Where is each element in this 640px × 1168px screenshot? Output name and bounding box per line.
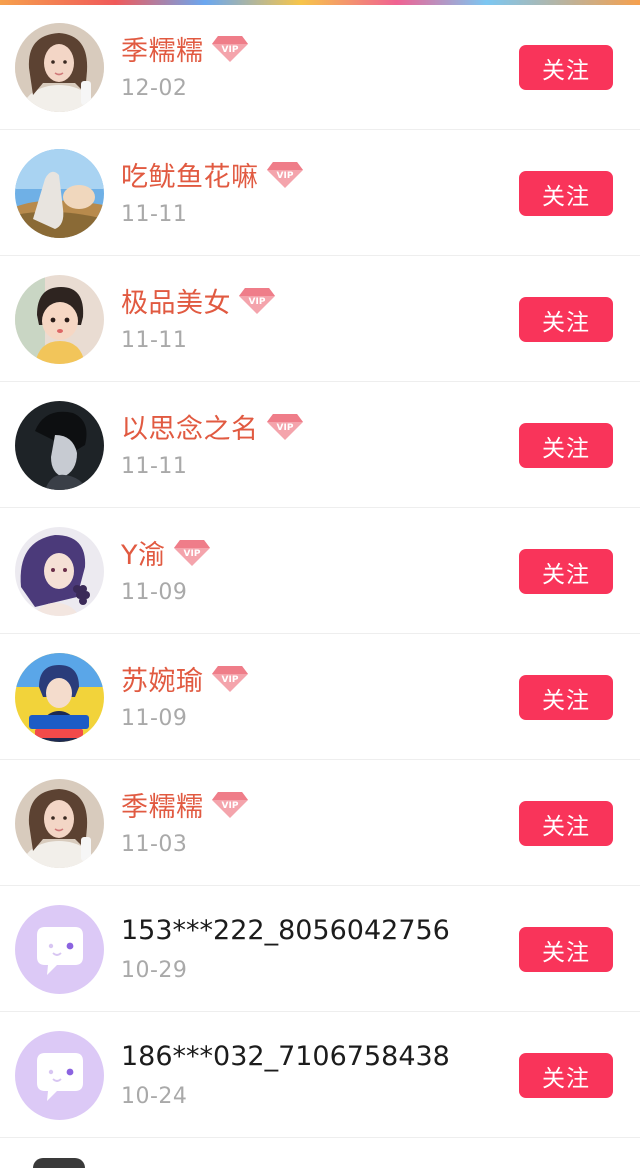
vip-label: VIP	[221, 801, 238, 811]
vip-label: VIP	[276, 171, 293, 181]
follow-button[interactable]: 关注	[519, 675, 613, 720]
name-line: 186***032_7106758438	[121, 1036, 450, 1076]
chat-bubble-icon	[15, 905, 104, 994]
follow-button[interactable]: 关注	[519, 297, 613, 342]
avatar[interactable]	[15, 905, 104, 994]
avatar[interactable]	[15, 779, 104, 868]
follow-button[interactable]: 关注	[519, 171, 613, 216]
name-line: 季糯糯 VIP	[121, 784, 249, 824]
user-name[interactable]: 吃鱿鱼花嘛	[121, 155, 259, 194]
vip-diamond-icon: VIP	[266, 414, 303, 440]
name-line: 苏婉瑜 VIP	[121, 658, 249, 698]
follow-date: 12-02	[121, 76, 188, 101]
follow-date: 10-24	[121, 1084, 188, 1109]
user-name[interactable]: 153***222_8056042756	[121, 915, 450, 946]
user-name[interactable]: 极品美女	[121, 281, 231, 320]
avatar[interactable]	[15, 653, 104, 742]
list-item[interactable]: 153***222_8056042756 10-29 关注	[0, 886, 640, 1012]
follow-date: 11-03	[121, 832, 188, 857]
list-item[interactable]: 吃鱿鱼花嘛 VIP 11-11 关注	[0, 130, 640, 256]
list-item[interactable]: Y渝 VIP 11-09 关注	[0, 508, 640, 634]
follower-list: 季糯糯 VIP 12-02 关注 吃鱿鱼花嘛 VIP 11-11 关注 极品美女…	[0, 4, 640, 1138]
avatar[interactable]	[15, 149, 104, 238]
follow-button[interactable]: 关注	[519, 1053, 613, 1098]
follow-date: 11-11	[121, 202, 188, 227]
vip-diamond-icon: VIP	[239, 288, 275, 314]
user-name[interactable]: 186***032_7106758438	[121, 1041, 450, 1072]
list-item[interactable]: 186***032_7106758438 10-24 关注	[0, 1012, 640, 1138]
user-name[interactable]: 苏婉瑜	[121, 659, 204, 698]
follow-date: 11-09	[121, 706, 188, 731]
next-item-avatar-partial	[33, 1158, 85, 1168]
follow-button[interactable]: 关注	[519, 45, 613, 90]
vip-diamond-icon: VIP	[266, 162, 303, 188]
avatar[interactable]	[15, 275, 104, 364]
vip-diamond-icon: VIP	[211, 792, 248, 818]
name-line: 季糯糯 VIP	[121, 28, 249, 68]
avatar[interactable]	[15, 23, 104, 112]
user-name[interactable]: Y渝	[121, 533, 166, 572]
name-line: 吃鱿鱼花嘛 VIP	[121, 154, 304, 194]
vip-label: VIP	[249, 297, 266, 307]
follow-button[interactable]: 关注	[519, 927, 613, 972]
user-name[interactable]: 以思念之名	[121, 407, 259, 446]
avatar[interactable]	[15, 401, 104, 490]
vip-diamond-icon: VIP	[211, 36, 248, 62]
name-line: 以思念之名 VIP	[121, 406, 304, 446]
avatar[interactable]	[15, 527, 104, 616]
follow-date: 11-11	[121, 454, 188, 479]
vip-diamond-icon: VIP	[211, 666, 248, 692]
vip-label: VIP	[221, 45, 238, 55]
follow-date: 10-29	[121, 958, 188, 983]
follow-button[interactable]: 关注	[519, 549, 613, 594]
name-line: 153***222_8056042756	[121, 910, 450, 950]
vip-label: VIP	[276, 423, 293, 433]
user-name[interactable]: 季糯糯	[121, 29, 204, 68]
list-item[interactable]: 极品美女 VIP 11-11 关注	[0, 256, 640, 382]
list-item[interactable]: 以思念之名 VIP 11-11 关注	[0, 382, 640, 508]
name-line: 极品美女 VIP	[121, 280, 276, 320]
list-item[interactable]: 季糯糯 VIP 11-03 关注	[0, 760, 640, 886]
follow-button[interactable]: 关注	[519, 423, 613, 468]
follow-date: 11-09	[121, 580, 188, 605]
chat-bubble-icon	[15, 1031, 104, 1120]
vip-label: VIP	[183, 549, 200, 559]
list-item[interactable]: 苏婉瑜 VIP 11-09 关注	[0, 634, 640, 760]
follow-button[interactable]: 关注	[519, 801, 613, 846]
name-line: Y渝 VIP	[121, 532, 211, 572]
vip-label: VIP	[221, 675, 238, 685]
follow-date: 11-11	[121, 328, 188, 353]
avatar[interactable]	[15, 1031, 104, 1120]
list-item[interactable]: 季糯糯 VIP 12-02 关注	[0, 4, 640, 130]
vip-diamond-icon: VIP	[173, 540, 210, 566]
user-name[interactable]: 季糯糯	[121, 785, 204, 824]
